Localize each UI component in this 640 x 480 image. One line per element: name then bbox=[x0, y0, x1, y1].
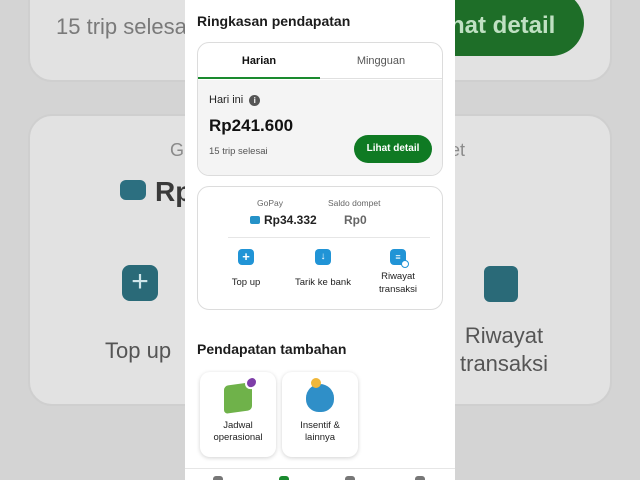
earnings-body: Hari ini i Rp241.600 15 trip selesai Lih… bbox=[198, 80, 442, 175]
tab-harian[interactable]: Harian bbox=[198, 43, 320, 79]
bg-gopay-fragment: G bbox=[170, 140, 185, 160]
schedule-label-1: Jadwal bbox=[223, 420, 253, 431]
earnings-tabs: Harian Mingguan bbox=[198, 43, 442, 79]
bg-trip-text: 15 trip selesai bbox=[56, 14, 192, 39]
wallet-divider bbox=[228, 237, 430, 238]
nav-profile-icon[interactable] bbox=[415, 476, 425, 480]
incentive-label-2: lainnya bbox=[304, 432, 336, 443]
extra-income-title: Pendapatan tambahan bbox=[197, 341, 347, 357]
wallet-icon bbox=[250, 215, 260, 224]
info-icon[interactable]: i bbox=[249, 94, 261, 106]
bottom-nav-bar bbox=[185, 468, 455, 480]
schedule-label-2: operasional bbox=[213, 432, 263, 443]
trips-count: 15 trip selesai bbox=[209, 146, 268, 157]
topup-label: Top up bbox=[231, 277, 261, 288]
saldo-label: Saldo dompet bbox=[328, 198, 381, 208]
history-label-1: Riwayat bbox=[381, 271, 415, 282]
download-icon: ↓ bbox=[315, 249, 331, 265]
today-label: Hari ini bbox=[209, 94, 244, 106]
today-row: Hari ini i bbox=[209, 94, 261, 106]
phone-screen: Ringkasan pendapatan Harian Mingguan Har… bbox=[185, 0, 455, 480]
earnings-summary-title: Ringkasan pendapatan bbox=[197, 13, 351, 29]
gopay-balance[interactable]: Rp34.332 bbox=[250, 213, 317, 227]
tab-mingguan[interactable]: Mingguan bbox=[320, 43, 442, 78]
map-icon bbox=[224, 375, 258, 414]
earnings-card: Harian Mingguan Hari ini i Rp241.600 15 … bbox=[197, 42, 443, 176]
wallet-card: GoPay Saldo dompet Rp34.332 Rp0 + Top up… bbox=[197, 186, 443, 310]
view-detail-button[interactable]: Lihat detail bbox=[354, 135, 432, 163]
bg-topup-label: Top up bbox=[105, 338, 172, 363]
history-icon: ≡ bbox=[390, 249, 409, 268]
bg-plus-icon: + bbox=[122, 265, 158, 301]
transaction-history-button[interactable]: ≡ Riwayat transaksi bbox=[368, 249, 428, 295]
bg-riwayat-label: Riwayat transaksi bbox=[460, 323, 549, 376]
nav-earnings-icon[interactable] bbox=[279, 476, 289, 480]
nav-inbox-icon[interactable] bbox=[345, 476, 355, 480]
withdraw-to-bank-button[interactable]: ↓ Tarik ke bank bbox=[288, 249, 358, 288]
incentive-label-1: Insentif & bbox=[300, 420, 340, 431]
nav-home-icon[interactable] bbox=[213, 476, 223, 480]
incentive-tile[interactable]: Insentif & lainnya bbox=[282, 372, 358, 457]
piggy-bank-icon bbox=[306, 378, 334, 412]
plus-icon: + bbox=[238, 249, 254, 265]
withdraw-label: Tarik ke bank bbox=[295, 277, 351, 288]
history-label-2: transaksi bbox=[378, 284, 417, 295]
bg-history-icon bbox=[484, 266, 518, 302]
saldo-balance[interactable]: Rp0 bbox=[344, 213, 367, 227]
schedule-tile[interactable]: Jadwal operasional bbox=[200, 372, 276, 457]
topup-button[interactable]: + Top up bbox=[226, 249, 266, 288]
earnings-amount: Rp241.600 bbox=[209, 116, 294, 135]
bg-wallet-icon bbox=[120, 180, 146, 200]
gopay-label: GoPay bbox=[257, 198, 283, 208]
